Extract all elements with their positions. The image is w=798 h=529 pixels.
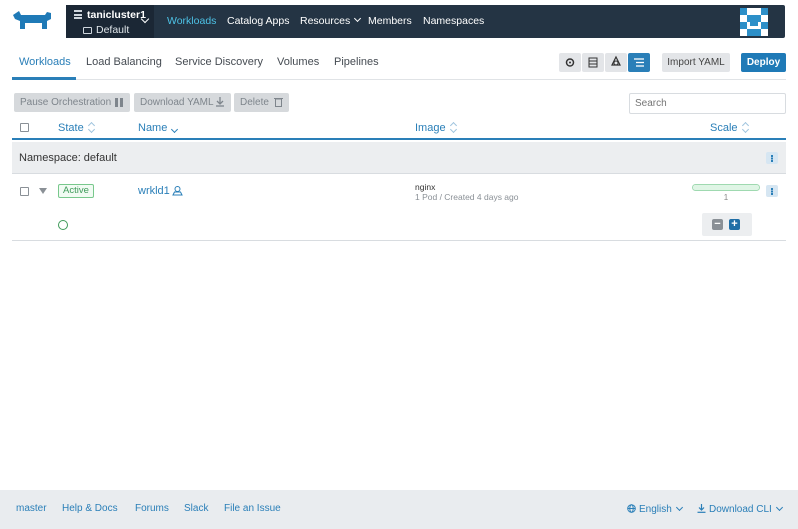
deploy-button[interactable]: Deploy <box>741 53 786 72</box>
help-docs-link[interactable]: Help & Docs <box>62 503 118 514</box>
file-issue-link[interactable]: File an Issue <box>224 503 281 514</box>
sort-icon <box>742 123 749 132</box>
tab-pipelines[interactable]: Pipelines <box>334 56 379 68</box>
footer: master Help & Docs Forums Slack File an … <box>0 490 798 529</box>
namespace-actions-button[interactable] <box>766 152 778 164</box>
pause-icon <box>115 98 123 107</box>
table-row: Active wrkld1 nginx 1 Pod / Created 4 da… <box>12 175 786 241</box>
delete-label: Delete <box>240 97 269 108</box>
gear-icon <box>565 58 575 67</box>
nav-members[interactable]: Members <box>368 5 412 38</box>
view-namespace-button[interactable] <box>605 53 627 72</box>
sort-icon <box>450 123 457 132</box>
workload-name-link[interactable]: wrkld1 <box>138 185 170 197</box>
rancher-logo[interactable] <box>11 9 55 33</box>
active-tab-indicator <box>12 77 76 80</box>
pause-orchestration-button[interactable]: Pause Orchestration <box>14 93 130 112</box>
slack-link[interactable]: Slack <box>184 503 208 514</box>
tab-load-balancing[interactable]: Load Balancing <box>86 56 162 68</box>
cluster-project-switcher[interactable]: tanicluster1 Default <box>66 5 154 38</box>
download-cli-link[interactable]: Download CLI <box>697 503 783 515</box>
view-list-button[interactable] <box>582 53 604 72</box>
project-name: Default <box>96 24 130 36</box>
scale-column-header[interactable]: Scale <box>710 122 749 134</box>
select-all-checkbox[interactable] <box>20 123 29 132</box>
sort-desc-icon <box>171 123 178 132</box>
download-yaml-button[interactable]: Download YAML <box>134 93 231 112</box>
cluster-icon <box>74 10 82 19</box>
name-header-label: Name <box>138 122 168 134</box>
user-avatar[interactable] <box>740 8 768 36</box>
chevron-down-icon <box>354 14 362 23</box>
download-icon <box>216 97 224 107</box>
state-column-header[interactable]: State <box>58 122 95 134</box>
scale-down-button[interactable]: − <box>712 219 723 230</box>
language-label: English <box>639 504 672 515</box>
trash-icon <box>274 98 283 107</box>
image-header-label: Image <box>415 122 446 134</box>
forums-link[interactable]: Forums <box>135 503 169 514</box>
nav-workloads[interactable]: Workloads <box>167 5 216 38</box>
tab-service-discovery[interactable]: Service Discovery <box>175 56 263 68</box>
table-header: State Name Image Scale <box>12 118 786 140</box>
chevron-down-icon <box>675 503 683 512</box>
download-icon <box>697 504 706 513</box>
globe-icon <box>627 504 636 513</box>
import-yaml-button[interactable]: Import YAML <box>662 53 730 72</box>
image-name: nginx <box>415 182 436 192</box>
pod-status-bar <box>692 184 760 191</box>
namespace-group-row: Namespace: default <box>12 142 786 174</box>
nav-catalog-apps[interactable]: Catalog Apps <box>227 5 289 38</box>
delete-button[interactable]: Delete <box>234 93 289 112</box>
main-nav: tanicluster1 Default Workloads Catalog A… <box>66 5 785 38</box>
language-selector[interactable]: English <box>627 503 683 515</box>
tab-workloads[interactable]: Workloads <box>19 56 71 68</box>
name-column-header[interactable]: Name <box>138 122 178 134</box>
search-input[interactable] <box>629 93 786 114</box>
scale-stepper: − + <box>702 213 752 236</box>
chevron-down-icon <box>140 14 150 24</box>
status-badge: Active <box>58 184 94 198</box>
chevron-down-icon <box>775 503 783 512</box>
service-icon <box>172 186 183 196</box>
expand-row-icon[interactable] <box>39 188 47 194</box>
scale-up-button[interactable]: + <box>729 219 740 230</box>
download-yaml-label: Download YAML <box>140 97 214 108</box>
nav-resources[interactable]: Resources <box>300 5 362 38</box>
top-header: tanicluster1 Default Workloads Catalog A… <box>0 0 798 42</box>
version-link[interactable]: master <box>16 503 47 514</box>
scale-count: 1 <box>723 193 729 202</box>
pod-status-ring-icon <box>58 220 68 230</box>
tab-volumes[interactable]: Volumes <box>277 56 319 68</box>
pod-created-detail: 1 Pod / Created 4 days ago <box>415 192 519 202</box>
pause-orchestration-label: Pause Orchestration <box>20 97 112 108</box>
view-grouped-button[interactable] <box>628 53 650 72</box>
list-icon <box>588 57 598 68</box>
row-checkbox[interactable] <box>20 187 29 196</box>
workload-actions-button[interactable] <box>766 185 778 197</box>
grouped-list-icon <box>634 58 644 67</box>
nav-namespaces[interactable]: Namespaces <box>423 5 484 38</box>
scale-header-label: Scale <box>710 122 738 134</box>
download-cli-label: Download CLI <box>709 504 772 515</box>
namespace-label: Namespace: default <box>19 152 117 164</box>
sort-icon <box>88 123 95 132</box>
state-header-label: State <box>58 122 84 134</box>
cluster-name: tanicluster1 <box>87 9 146 21</box>
nav-resources-label: Resources <box>300 15 351 27</box>
image-column-header[interactable]: Image <box>415 122 457 134</box>
view-settings-button[interactable] <box>559 53 581 72</box>
folder-icon <box>83 27 92 34</box>
namespace-icon <box>611 55 621 66</box>
